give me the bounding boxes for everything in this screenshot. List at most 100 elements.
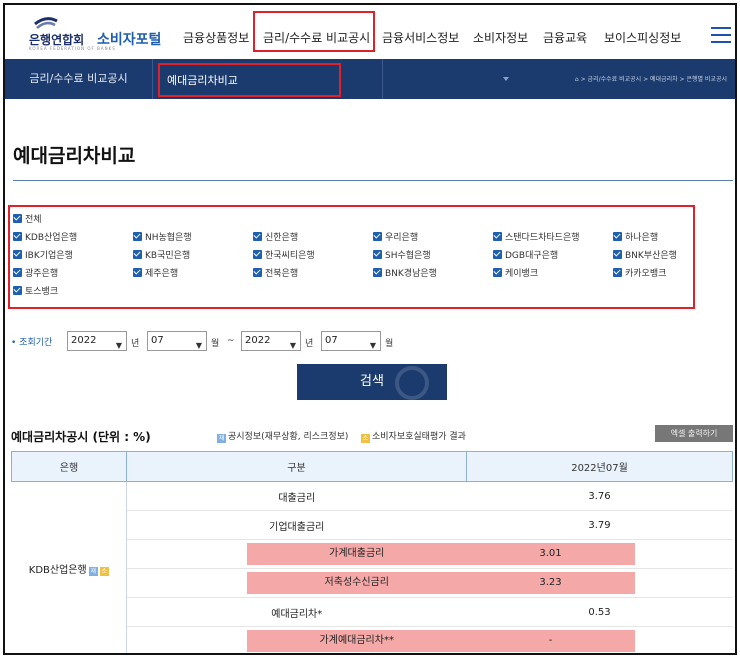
section-title: 예대금리차공시 (단위 : %) — [11, 430, 151, 444]
excel-export-button[interactable]: 엑셀 출력하기 — [655, 425, 733, 442]
page-frame: 은행연합회 소비자포털 KOREA FEDERATION OF BANKS 금융… — [3, 3, 737, 655]
checkbox-bank[interactable]: 한국씨티은행 — [253, 250, 315, 262]
checkbox-bank[interactable]: 광주은행 — [13, 268, 58, 280]
checkbox-bank[interactable]: 하나은행 — [613, 232, 658, 244]
rate-value: 3.76 — [588, 490, 611, 502]
checkbox-bank[interactable]: SH수협은행 — [373, 250, 431, 262]
check-icon — [493, 250, 502, 259]
nav-consumer-info[interactable]: 소비자정보 — [473, 29, 528, 46]
checkbox-label: 케이뱅크 — [505, 269, 539, 279]
checkbox-bank[interactable]: 케이뱅크 — [493, 268, 538, 280]
checkbox-bank[interactable]: NH농협은행 — [133, 232, 192, 244]
logo-subtitle: KOREA FEDERATION OF BANKS — [29, 46, 116, 51]
checkbox-label: 우리은행 — [385, 233, 419, 243]
check-icon — [373, 232, 382, 241]
to-month-select[interactable]: 07 ▼ — [321, 331, 381, 351]
checkbox-bank[interactable]: KB국민은행 — [133, 250, 190, 262]
category-cell: 기업대출금리 — [126, 510, 467, 540]
check-icon — [253, 250, 262, 259]
nav-financial-service[interactable]: 금융서비스정보 — [382, 29, 459, 46]
section-menu[interactable]: 금리/수수료 비교공시 — [5, 59, 153, 99]
month-unit: 월 — [211, 339, 220, 349]
annotation-box-nav — [253, 11, 375, 52]
search-icon — [395, 366, 429, 400]
value-cell: - — [466, 626, 733, 653]
category-cell: 대출금리 — [126, 481, 467, 511]
menu-icon[interactable] — [711, 27, 731, 43]
checkbox-label: 스탠다드차타드은행 — [505, 233, 580, 243]
rate-table: 은행 구분 2022년07월 KDB산업은행 재 소 대출금리 3.76 기업대출금리 3.… — [11, 451, 733, 653]
range-separator: ~ — [227, 336, 235, 346]
year-unit: 년 — [131, 339, 140, 349]
value-cell: 3.79 — [466, 510, 733, 540]
checkbox-label: KDB산업은행 — [25, 233, 78, 243]
rate-value: 0.53 — [588, 606, 611, 618]
checkbox-label: IBK기업은행 — [25, 251, 73, 261]
chevron-down-icon: ▼ — [195, 341, 202, 350]
checkbox-all[interactable]: 전체 — [13, 214, 42, 226]
category-label: 예대금리차* — [271, 608, 323, 620]
page-title: 예대금리차비교 — [13, 145, 136, 167]
check-icon — [13, 232, 22, 241]
nav-voice-phishing[interactable]: 보이스피싱정보 — [604, 29, 681, 46]
breadcrumb: ⌂ > 금리/수수료 비교공시 > 예대금리차 > 은행별 비교공시 — [574, 76, 727, 83]
search-button[interactable]: 검색 — [297, 364, 447, 400]
checkbox-label: 제주은행 — [145, 269, 179, 279]
checkbox-bank[interactable]: 스탠다드차타드은행 — [493, 232, 580, 244]
check-icon — [253, 232, 262, 241]
checkbox-label: 토스뱅크 — [25, 287, 59, 297]
table-row: KDB산업은행 재 소 대출금리 3.76 — [11, 481, 733, 653]
checkbox-bank[interactable]: IBK기업은행 — [13, 250, 73, 262]
check-icon — [133, 250, 142, 259]
from-month-value: 07 — [151, 335, 164, 346]
checkbox-bank[interactable]: BNK경남은행 — [373, 268, 437, 280]
checkbox-label: KB국민은행 — [145, 251, 191, 261]
checkbox-bank[interactable]: 우리은행 — [373, 232, 418, 244]
checkbox-bank[interactable]: 전북은행 — [253, 268, 298, 280]
checkbox-label: BNK경남은행 — [385, 269, 437, 279]
nav-product-info[interactable]: 금융상품정보 — [183, 29, 249, 46]
checkbox-label: BNK부산은행 — [625, 251, 677, 261]
chevron-down-icon: ▼ — [289, 341, 296, 350]
checkbox-label: 한국씨티은행 — [265, 251, 315, 261]
month-unit: 월 — [385, 339, 394, 349]
nav-financial-education[interactable]: 금융교육 — [543, 29, 587, 46]
checkbox-bank[interactable]: BNK부산은행 — [613, 250, 677, 262]
disclosure-badge-icon[interactable]: 재 — [88, 567, 98, 577]
checkbox-bank[interactable]: 제주은행 — [133, 268, 178, 280]
annotation-box-banks — [8, 205, 695, 309]
top-header: 은행연합회 소비자포털 KOREA FEDERATION OF BANKS 금융… — [5, 5, 735, 59]
check-icon — [13, 250, 22, 259]
category-label: 대출금리 — [278, 492, 316, 504]
checkbox-bank[interactable]: DGB대구은행 — [493, 250, 558, 262]
checkbox-bank[interactable]: 토스뱅크 — [13, 286, 58, 298]
search-button-label: 검색 — [360, 374, 384, 389]
checkbox-bank[interactable]: 신한은행 — [253, 232, 298, 244]
checkbox-bank[interactable]: KDB산업은행 — [13, 232, 77, 244]
site-logo[interactable]: 은행연합회 소비자포털 KOREA FEDERATION OF BANKS — [13, 13, 173, 53]
checkbox-bank[interactable]: 카카오뱅크 — [613, 268, 666, 280]
check-icon — [133, 268, 142, 277]
checkbox-label: DGB대구은행 — [505, 251, 559, 261]
from-year-select[interactable]: 2022 ▼ — [67, 331, 127, 351]
legend-consumer-text: 소비자보호실태평가 결과 — [372, 432, 466, 442]
category-cell: 가계대출금리 — [126, 539, 467, 569]
value-cell: 3.76 — [466, 481, 733, 511]
year-unit: 년 — [305, 339, 314, 349]
check-icon — [493, 268, 502, 277]
category-label: 기업대출금리 — [269, 521, 325, 533]
to-month-value: 07 — [325, 335, 338, 346]
category-label: 저축성수신금리 — [247, 572, 467, 594]
checkbox-label: 신한은행 — [265, 233, 299, 243]
col-header-bank: 은행 — [11, 451, 127, 482]
chevron-down-icon: ▼ — [369, 341, 376, 350]
bank-name[interactable]: KDB산업은행 — [29, 565, 87, 576]
check-icon — [133, 232, 142, 241]
consumer-badge-icon[interactable]: 소 — [99, 567, 109, 577]
to-year-select[interactable]: 2022 ▼ — [241, 331, 301, 351]
chevron-down-icon — [503, 77, 509, 81]
rate-value: 3.23 — [466, 572, 635, 594]
from-month-select[interactable]: 07 ▼ — [147, 331, 207, 351]
check-icon — [13, 286, 22, 295]
sub-navigation-bar: 금리/수수료 비교공시 예대금리차비교 ⌂ > 금리/수수료 비교공시 > 예대… — [5, 59, 735, 99]
